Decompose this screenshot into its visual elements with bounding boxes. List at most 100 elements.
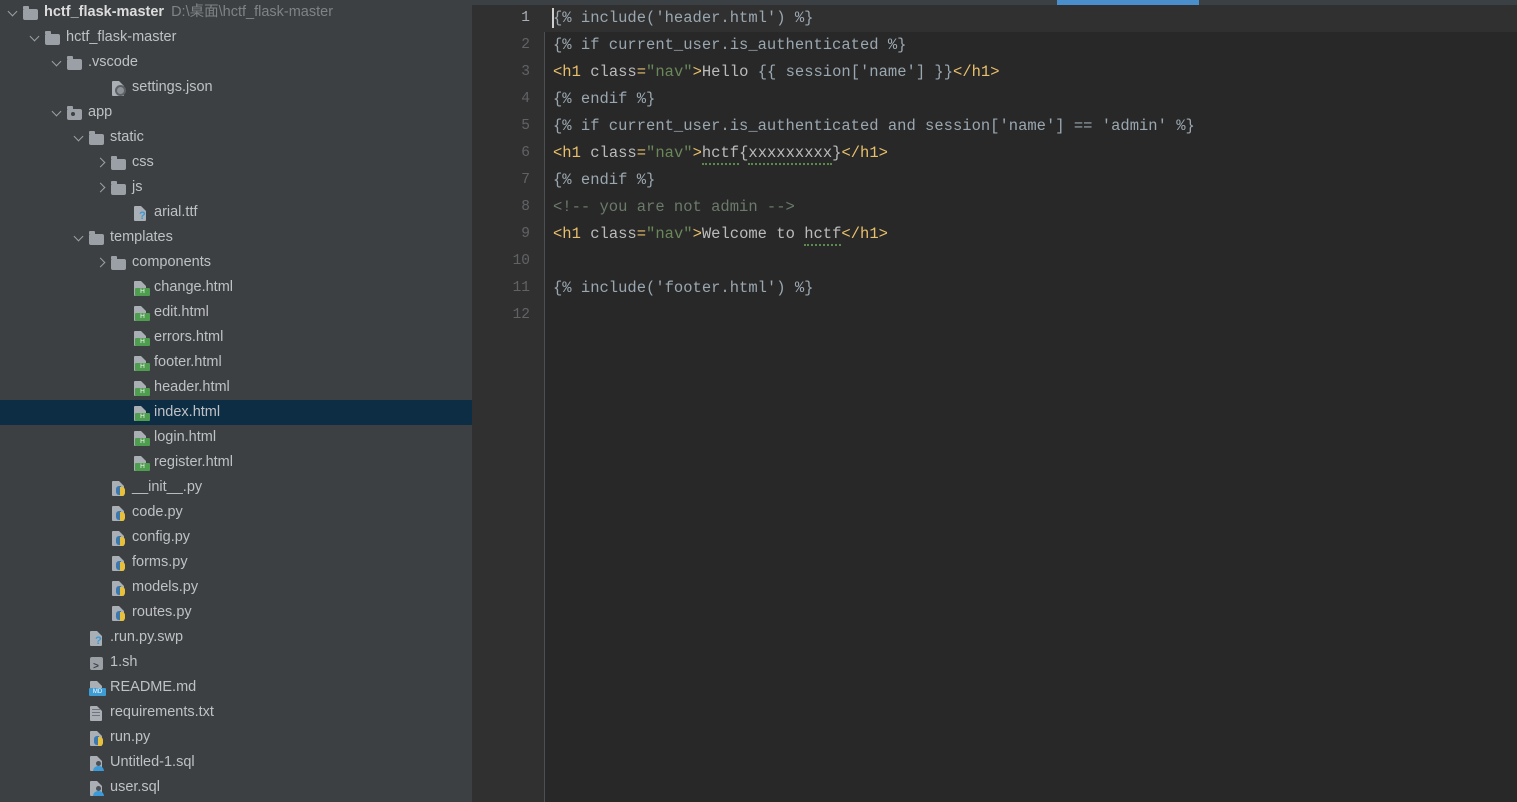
line-number: 3: [521, 64, 530, 80]
tree-row-arial-ttf[interactable]: ? arial.ttf: [0, 200, 472, 225]
tree-item-label: hctf_flask-master: [66, 29, 177, 45]
tree-row-readme-md[interactable]: MD README.md: [0, 675, 472, 700]
tree-row-code-py[interactable]: code.py: [0, 500, 472, 525]
tree-row-app[interactable]: app: [0, 100, 472, 125]
code-token: </h1>: [841, 225, 888, 243]
tree-row-edit-html[interactable]: Hedit.html: [0, 300, 472, 325]
tree-item-label: 1.sh: [110, 654, 138, 670]
gutter-divider: [544, 0, 545, 802]
tree-item-label: user.sql: [110, 779, 160, 795]
line-number: 5: [521, 118, 530, 134]
tree-row-footer-html[interactable]: Hfooter.html: [0, 350, 472, 375]
tree-row-settings-json[interactable]: settings.json: [0, 75, 472, 100]
line-number: 4: [521, 91, 530, 107]
tree-row-js[interactable]: js: [0, 175, 472, 200]
code-token: =: [636, 144, 647, 162]
code-line[interactable]: {% endif %}: [553, 86, 655, 113]
tree-row-register-html[interactable]: Hregister.html: [0, 450, 472, 475]
chevron-down-icon[interactable]: [6, 5, 22, 21]
tree-item-label: templates: [110, 229, 173, 245]
tree-item-label: components: [132, 254, 211, 270]
python-file-icon: [110, 605, 128, 621]
project-tree-panel[interactable]: hctf_flask-master D:\桌面\hctf_flask-master…: [0, 0, 472, 802]
chevron-right-icon[interactable]: [94, 155, 110, 171]
folder-icon: [44, 30, 62, 46]
code-line[interactable]: {% endif %}: [553, 167, 655, 194]
editor-pane[interactable]: {% include('header.html') %} {% if curren…: [472, 0, 1517, 802]
folder-icon: [88, 230, 106, 246]
tree-item-label: change.html: [154, 279, 233, 295]
tree-row-components[interactable]: components: [0, 250, 472, 275]
chevron-down-icon[interactable]: [50, 105, 66, 121]
tree-row-index-html[interactable]: Hindex.html: [0, 400, 472, 425]
code-token: {% include('footer.html') %}: [553, 279, 814, 297]
no-chevron-spacer: [94, 480, 110, 496]
tree-row-user-sql[interactable]: user.sql: [0, 775, 472, 800]
chevron-down-icon[interactable]: [72, 230, 88, 246]
code-token: xxxxxxxxx: [748, 144, 833, 165]
tree-row-1-sh[interactable]: 1.sh: [0, 650, 472, 680]
chevron-down-icon[interactable]: [50, 55, 66, 71]
code-line[interactable]: <h1 class="nav">hctf{xxxxxxxxx}</h1>: [553, 140, 888, 167]
html-file-icon: H: [132, 380, 150, 396]
code-token: >: [692, 144, 702, 162]
tree-row-run-py[interactable]: run.py: [0, 725, 472, 750]
line-number: 1: [521, 10, 530, 26]
html-file-icon: H: [132, 355, 150, 371]
code-line[interactable]: {% if current_user.is_authenticated and …: [553, 113, 1195, 140]
tree-row-models-py[interactable]: models.py: [0, 575, 472, 600]
tree-item-label: css: [132, 154, 154, 170]
python-file-icon: [88, 730, 106, 746]
tree-row-hctf-flask-master[interactable]: hctf_flask-master: [0, 25, 472, 50]
chevron-right-icon[interactable]: [94, 255, 110, 271]
code-line[interactable]: <h1 class="nav">Hello {{ session['name']…: [553, 59, 1000, 86]
horizontal-scrollbar-thumb[interactable]: [1057, 0, 1199, 5]
line-number: 8: [521, 199, 530, 215]
code-token: Welcome to: [701, 225, 805, 243]
code-line[interactable]: {% include('header.html') %}: [553, 5, 813, 32]
tree-row--init-py[interactable]: __init__.py: [0, 475, 472, 500]
no-chevron-spacer: [116, 380, 132, 396]
unknown-file-icon: ?: [88, 630, 106, 646]
chevron-down-icon[interactable]: [28, 30, 44, 46]
no-chevron-spacer: [72, 680, 88, 696]
no-chevron-spacer: [72, 630, 88, 646]
no-chevron-spacer: [94, 555, 110, 571]
tree-row-login-html[interactable]: Hlogin.html: [0, 425, 472, 450]
code-token: hctf: [804, 225, 842, 246]
tree-row-static[interactable]: static: [0, 125, 472, 150]
tree-item-label: hctf_flask-master: [44, 4, 165, 20]
chevron-right-icon[interactable]: [94, 180, 110, 196]
sql-file-icon: [88, 780, 106, 796]
tree-row--vscode[interactable]: .vscode: [0, 50, 472, 75]
folder-icon: [22, 5, 40, 21]
tree-row-routes-py[interactable]: routes.py: [0, 600, 472, 625]
code-line[interactable]: <h1 class="nav">Welcome to hctf</h1>: [553, 221, 888, 248]
code-line[interactable]: {% if current_user.is_authenticated %}: [553, 32, 906, 59]
tree-item-label: errors.html: [154, 329, 224, 345]
tree-row-config-py[interactable]: config.py: [0, 525, 472, 550]
tree-row-css[interactable]: css: [0, 150, 472, 175]
code-token: {% endif %}: [553, 171, 656, 189]
tree-row-change-html[interactable]: Hchange.html: [0, 275, 472, 300]
tree-row-untitled-1-sql[interactable]: Untitled-1.sql: [0, 750, 472, 775]
line-number: 9: [521, 226, 530, 242]
tree-row-templates[interactable]: templates: [0, 225, 472, 250]
code-token: {% if current_user.is_authenticated %}: [553, 36, 907, 54]
code-line[interactable]: {% include('footer.html') %}: [553, 275, 813, 302]
tree-row-header-html[interactable]: Hheader.html: [0, 375, 472, 400]
code-token: class: [590, 144, 637, 162]
python-file-icon: [110, 530, 128, 546]
html-file-icon: H: [132, 405, 150, 421]
unknown-file-icon: ?: [132, 205, 150, 221]
code-token: "nav": [646, 144, 693, 162]
code-line[interactable]: <!-- you are not admin -->: [553, 194, 795, 221]
tree-row-forms-py[interactable]: forms.py: [0, 550, 472, 575]
tree-row--run-py-swp[interactable]: ? .run.py.swp: [0, 625, 472, 650]
tree-row-requirements-txt[interactable]: requirements.txt: [0, 700, 472, 725]
chevron-down-icon[interactable]: [72, 130, 88, 146]
code-token: {{ session['name'] }}: [757, 63, 954, 81]
tree-row-hctf-flask-master[interactable]: hctf_flask-master D:\桌面\hctf_flask-master: [0, 0, 472, 25]
tree-row-errors-html[interactable]: Herrors.html: [0, 325, 472, 350]
source-folder-icon: [66, 105, 84, 121]
